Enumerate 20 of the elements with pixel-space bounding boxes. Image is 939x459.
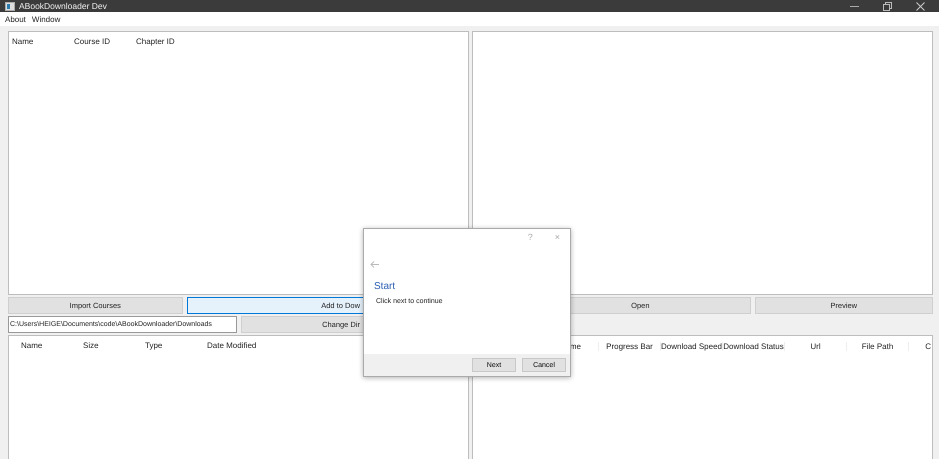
window-title: ABookDownloader Dev — [19, 1, 107, 11]
column-header[interactable]: Download Speed — [660, 342, 722, 350]
dialog-heading: Start — [374, 281, 396, 292]
menu-item[interactable]: About — [5, 14, 26, 24]
column-header[interactable]: File Path — [846, 342, 908, 350]
column-header[interactable]: Type — [133, 340, 195, 350]
app-icon — [5, 2, 15, 10]
column-header[interactable]: Chapter ID — [133, 36, 195, 46]
column-header[interactable]: Course ID — [71, 36, 133, 46]
column-header[interactable]: Date Modified — [195, 340, 257, 350]
column-header[interactable]: C — [908, 342, 932, 350]
column-header[interactable]: Name — [9, 340, 71, 350]
restore-icon[interactable] — [883, 2, 892, 10]
column-header[interactable]: Progress Bar — [598, 342, 660, 350]
menu-item[interactable]: Window — [32, 14, 60, 24]
column-header[interactable]: Name — [9, 36, 71, 46]
close-icon[interactable] — [916, 2, 925, 10]
column-header[interactable]: Download Status — [722, 342, 784, 350]
column-header[interactable]: Url — [784, 342, 846, 350]
column-header[interactable]: Size — [71, 340, 133, 350]
